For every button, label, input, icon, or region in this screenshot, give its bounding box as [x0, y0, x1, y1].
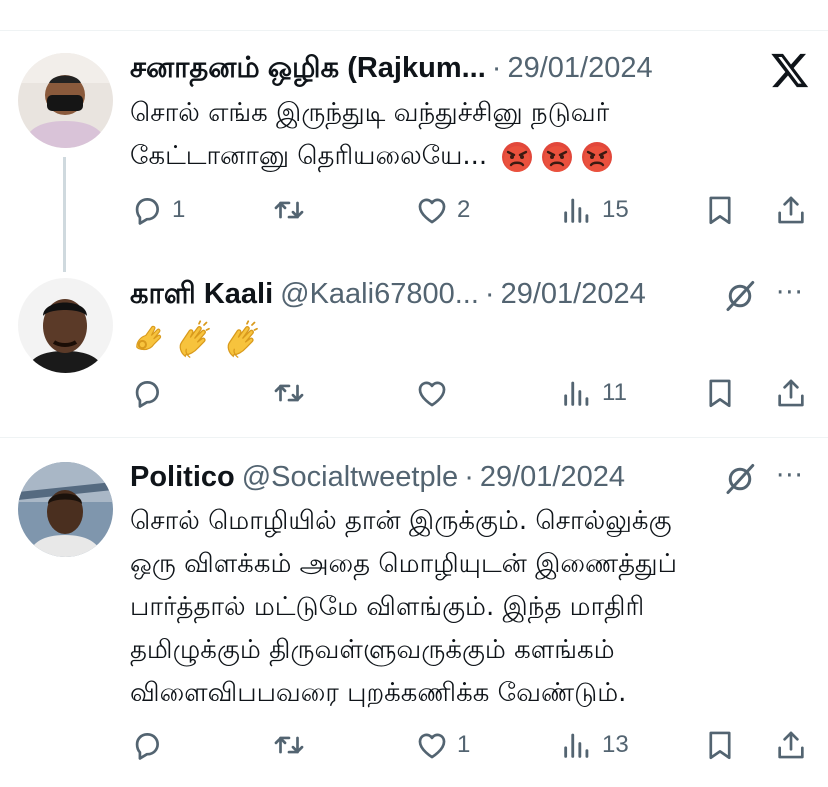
- tweet-line-text: கேட்டானானு தெரியலையே...: [130, 141, 488, 171]
- ok-hand-icon: [130, 322, 166, 358]
- clapping-hands-icon: [174, 320, 214, 360]
- grok-icon[interactable]: [722, 278, 758, 314]
- tweet-date[interactable]: 29/01/2024: [480, 459, 625, 495]
- avatar[interactable]: [18, 53, 113, 148]
- tweet-header: காளி Kaali @Kaali67800... · 29/01/2024: [130, 276, 646, 312]
- tweet-line: கேட்டானானு தெரியலையே...: [130, 135, 810, 178]
- tweet-divider: [0, 437, 828, 438]
- bookmark-icon: [703, 376, 737, 410]
- separator-dot: ·: [464, 461, 474, 493]
- display-name[interactable]: Politico: [130, 459, 235, 495]
- tweet-text: சொல் மொழியில் தான் இருக்கும். சொல்லுக்கு…: [130, 500, 810, 715]
- views-button[interactable]: 13: [560, 725, 629, 765]
- angry-face-icon: [541, 141, 573, 173]
- like-icon: [415, 376, 449, 410]
- retweet-icon: [272, 193, 306, 227]
- tweet-actions: 1 2 15: [130, 190, 820, 230]
- reply-count: 1: [172, 196, 186, 223]
- views-button[interactable]: 15: [560, 190, 629, 230]
- views-icon: [560, 193, 594, 227]
- tweet-text: [130, 318, 810, 361]
- angry-face-icon: [581, 141, 613, 173]
- view-count: 15: [602, 196, 629, 223]
- tweet-actions: 11: [130, 373, 820, 413]
- x-logo-icon: [771, 53, 809, 88]
- share-icon: [774, 728, 808, 762]
- reply-icon: [130, 376, 164, 410]
- top-divider: [0, 30, 828, 31]
- tweet-line: பார்த்தால் மட்டுமே விளங்கும். இந்த மாதிர…: [130, 592, 645, 622]
- views-icon: [560, 376, 594, 410]
- bookmark-icon: [703, 728, 737, 762]
- share-icon: [774, 193, 808, 227]
- thread-connector: [63, 157, 66, 272]
- reply-icon: [130, 193, 164, 227]
- reply-button[interactable]: [130, 725, 172, 765]
- bookmark-icon: [703, 193, 737, 227]
- bookmark-button[interactable]: [703, 190, 737, 230]
- tweet-line: சொல் எங்க இருந்துடி வந்துச்சினு நடுவர்: [130, 98, 610, 128]
- share-icon: [774, 376, 808, 410]
- tweet-header: Politico @Socialtweetple · 29/01/2024: [130, 459, 625, 495]
- tweet-header: சனாதனம் ஒழிக (Rajkum... · 29/01/2024: [130, 50, 653, 86]
- like-count: 1: [457, 731, 471, 758]
- retweet-button[interactable]: [272, 725, 314, 765]
- like-icon: [415, 193, 449, 227]
- separator-dot: ·: [484, 278, 495, 310]
- user-handle[interactable]: @Kaali67800...: [280, 276, 479, 312]
- like-button[interactable]: 1: [415, 725, 470, 765]
- reply-button[interactable]: [130, 373, 172, 413]
- retweet-icon: [272, 728, 306, 762]
- tweet-line: ஒரு விளக்கம் அதை மொழியுடன் இணைத்துப்: [130, 549, 677, 579]
- display-name[interactable]: காளி Kaali: [130, 276, 273, 312]
- tweet-line: தமிழுக்கும் திருவள்ளுவருக்கும் களங்கம்: [130, 635, 615, 665]
- share-button[interactable]: [774, 373, 808, 413]
- avatar[interactable]: [18, 462, 113, 557]
- like-count: 2: [457, 196, 471, 223]
- reply-button[interactable]: 1: [130, 190, 185, 230]
- tweet-line: விளைவிபபவரை புறக்கணிக்க வேண்டும்.: [130, 678, 627, 708]
- grok-icon[interactable]: [722, 461, 758, 497]
- more-options-icon[interactable]: ···: [776, 461, 804, 491]
- view-count: 13: [602, 731, 629, 758]
- views-icon: [560, 728, 594, 762]
- view-count: 11: [602, 379, 627, 406]
- reply-icon: [130, 728, 164, 762]
- display-name[interactable]: சனாதனம் ஒழிக (Rajkum...: [130, 50, 486, 86]
- tweet-actions: 1 13: [130, 725, 820, 765]
- share-button[interactable]: [774, 725, 808, 765]
- separator-dot: ·: [491, 52, 502, 84]
- tweet-date[interactable]: 29/01/2024: [501, 276, 646, 312]
- more-options-icon[interactable]: ···: [776, 278, 804, 308]
- views-button[interactable]: 11: [560, 373, 627, 413]
- clapping-hands-icon: [222, 320, 262, 360]
- share-button[interactable]: [774, 190, 808, 230]
- retweet-icon: [272, 376, 306, 410]
- retweet-button[interactable]: [272, 190, 314, 230]
- tweet-date[interactable]: 29/01/2024: [507, 50, 652, 86]
- retweet-button[interactable]: [272, 373, 314, 413]
- like-button[interactable]: [415, 373, 457, 413]
- bookmark-button[interactable]: [703, 373, 737, 413]
- angry-face-icon: [501, 141, 533, 173]
- like-button[interactable]: 2: [415, 190, 470, 230]
- user-handle[interactable]: @Socialtweetple: [242, 459, 458, 495]
- bookmark-button[interactable]: [703, 725, 737, 765]
- tweet-line: சொல் மொழியில் தான் இருக்கும். சொல்லுக்கு: [130, 506, 672, 536]
- avatar[interactable]: [18, 278, 113, 373]
- tweet-text: சொல் எங்க இருந்துடி வந்துச்சினு நடுவர் க…: [130, 92, 810, 178]
- like-icon: [415, 728, 449, 762]
